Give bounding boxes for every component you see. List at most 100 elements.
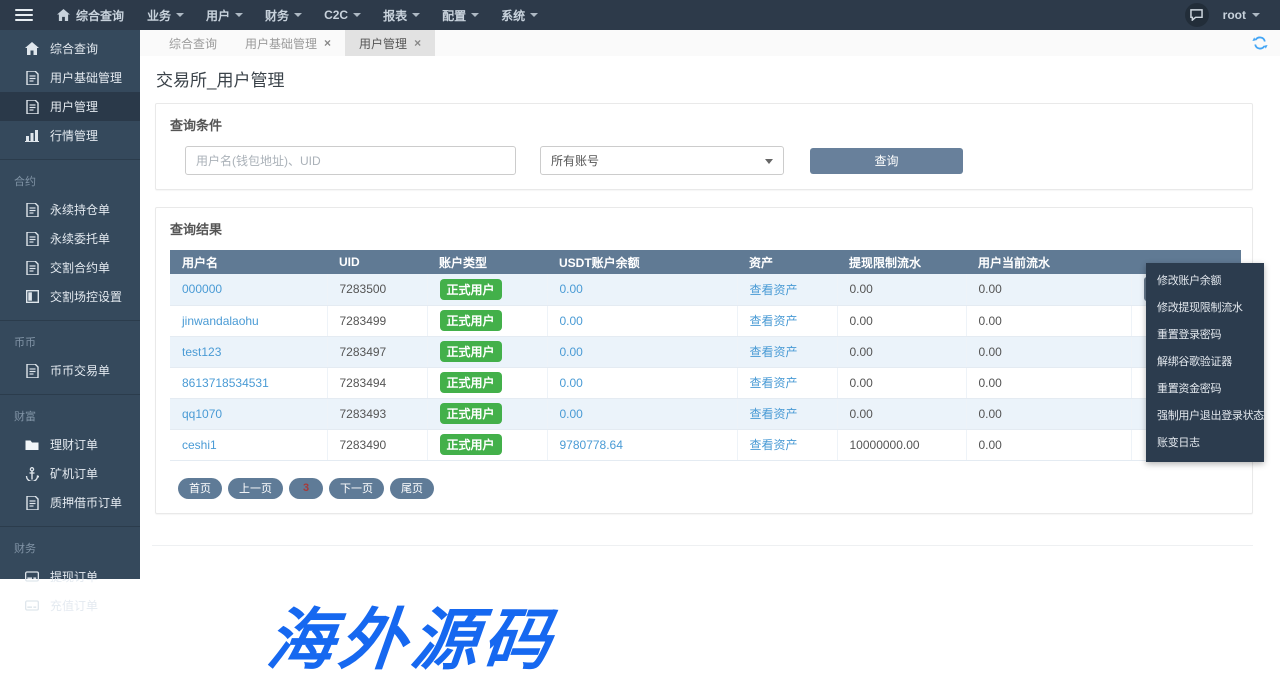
- cell-username: 8613718534531: [170, 367, 327, 398]
- cell-account-type: 正式用户: [427, 398, 547, 429]
- usdt-balance-link[interactable]: 0.00: [560, 376, 583, 390]
- account-type-selected-value: 所有账号: [551, 152, 599, 169]
- chevron-down-icon: [235, 13, 243, 17]
- nav-menu-label: 报表: [383, 7, 407, 24]
- usdt-balance-link[interactable]: 0.00: [560, 407, 583, 421]
- view-assets-link[interactable]: 查看资产: [750, 376, 798, 390]
- sidebar-item-1-2[interactable]: 交割合约单: [0, 253, 140, 282]
- cell-username: qq1070: [170, 398, 327, 429]
- pagination-prev[interactable]: 上一页: [228, 478, 283, 499]
- cell-uid: 7283493: [327, 398, 427, 429]
- credit-card-icon: [25, 599, 39, 613]
- action-menu-item-6[interactable]: 账变日志: [1146, 430, 1264, 457]
- cell-uid: 7283490: [327, 429, 427, 460]
- table-row: ceshi17283490正式用户9780778.64查看资产10000000.…: [170, 429, 1241, 460]
- username-link[interactable]: qq1070: [182, 407, 222, 421]
- sidebar-item-3-1[interactable]: 矿机订单: [0, 459, 140, 488]
- nav-menu-label: 用户: [206, 7, 230, 24]
- sidebar-group-label: 财富: [0, 399, 140, 430]
- columns-icon: [25, 290, 39, 304]
- tab-2[interactable]: 用户管理×: [345, 30, 435, 56]
- account-type-select[interactable]: 所有账号: [540, 146, 784, 175]
- cell-withdraw-limit-flow: 0.00: [837, 336, 966, 367]
- nav-menu-label: C2C: [324, 8, 348, 22]
- sidebar-item-3-0[interactable]: 理财订单: [0, 430, 140, 459]
- action-menu-item-3[interactable]: 解绑谷歌验证器: [1146, 349, 1264, 376]
- action-menu-item-4[interactable]: 重置资金密码: [1146, 376, 1264, 403]
- sidebar-item-1-3[interactable]: 交割场控设置: [0, 282, 140, 311]
- sidebar-item-1-1[interactable]: 永续委托单: [0, 224, 140, 253]
- column-header-3: USDT账户余额: [547, 250, 737, 274]
- sidebar-item-2-0[interactable]: 币币交易单: [0, 356, 140, 385]
- cell-assets: 查看资产: [737, 274, 837, 305]
- results-panel: 查询结果 用户名UID账户类型USDT账户余额资产提现限制流水用户当前流水 00…: [155, 207, 1253, 514]
- sidebar-group-label: 币币: [0, 325, 140, 356]
- usdt-balance-link[interactable]: 9780778.64: [560, 438, 623, 452]
- user-table: 用户名UID账户类型USDT账户余额资产提现限制流水用户当前流水 0000007…: [170, 250, 1241, 461]
- username-link[interactable]: 000000: [182, 282, 222, 296]
- sidebar-item-0-2[interactable]: 用户管理: [0, 92, 140, 121]
- action-menu-item-2[interactable]: 重置登录密码: [1146, 322, 1264, 349]
- nav-menu-1[interactable]: 用户: [195, 0, 254, 30]
- pagination-next[interactable]: 下一页: [329, 478, 384, 499]
- cell-withdraw-limit-flow: 0.00: [837, 274, 966, 305]
- username-link[interactable]: ceshi1: [182, 438, 217, 452]
- nav-home-link[interactable]: 综合查询: [48, 7, 136, 24]
- view-assets-link[interactable]: 查看资产: [750, 283, 798, 297]
- pagination-first[interactable]: 首页: [178, 478, 222, 499]
- sidebar-item-0-0[interactable]: 综合查询: [0, 34, 140, 63]
- action-menu-item-1[interactable]: 修改提现限制流水: [1146, 295, 1264, 322]
- sidebar-item-4-0[interactable]: 提现订单: [0, 562, 140, 591]
- close-icon[interactable]: ×: [324, 36, 331, 50]
- user-dropdown[interactable]: root: [1223, 8, 1260, 22]
- nav-menu-0[interactable]: 业务: [136, 0, 195, 30]
- sidebar-item-1-0[interactable]: 永续持仓单: [0, 195, 140, 224]
- usdt-balance-link[interactable]: 0.00: [560, 282, 583, 296]
- cell-assets: 查看资产: [737, 367, 837, 398]
- username-link[interactable]: test123: [182, 345, 221, 359]
- tab-1[interactable]: 用户基础管理 ×: [231, 30, 345, 56]
- close-icon[interactable]: ×: [414, 36, 421, 50]
- chevron-down-icon: [294, 13, 302, 17]
- sidebar-group-2: 币币币币交易单: [0, 320, 140, 394]
- action-menu-item-0[interactable]: 修改账户余额: [1146, 268, 1264, 295]
- keyword-input[interactable]: [185, 146, 516, 175]
- sidebar-item-0-3[interactable]: 行情管理: [0, 121, 140, 150]
- username-link[interactable]: 8613718534531: [182, 376, 269, 390]
- document-icon: [25, 261, 39, 275]
- nav-menu-2[interactable]: 财务: [254, 0, 313, 30]
- refresh-button[interactable]: [1252, 35, 1268, 54]
- action-menu-item-5[interactable]: 强制用户退出登录状态: [1146, 403, 1264, 430]
- nav-menu-3[interactable]: C2C: [313, 0, 372, 30]
- document-icon: [25, 364, 39, 378]
- view-assets-link[interactable]: 查看资产: [750, 345, 798, 359]
- nav-menu-4[interactable]: 报表: [372, 0, 431, 30]
- view-assets-link[interactable]: 查看资产: [750, 314, 798, 328]
- sidebar-item-4-1[interactable]: 充值订单: [0, 591, 140, 620]
- search-button[interactable]: 查询: [810, 148, 963, 174]
- view-assets-link[interactable]: 查看资产: [750, 407, 798, 421]
- cell-uid: 7283497: [327, 336, 427, 367]
- usdt-balance-link[interactable]: 0.00: [560, 314, 583, 328]
- view-assets-link[interactable]: 查看资产: [750, 438, 798, 452]
- document-icon: [25, 71, 39, 85]
- sidebar-group-0: 综合查询用户基础管理用户管理行情管理: [0, 30, 140, 159]
- sidebar-item-label: 交割场控设置: [50, 288, 122, 305]
- sidebar-item-0-1[interactable]: 用户基础管理: [0, 63, 140, 92]
- usdt-balance-link[interactable]: 0.00: [560, 345, 583, 359]
- nav-menu-6[interactable]: 系统: [490, 0, 549, 30]
- table-row: jinwandalaohu7283499正式用户0.00查看资产0.000.00: [170, 305, 1241, 336]
- nav-menu-5[interactable]: 配置: [431, 0, 490, 30]
- document-icon: [25, 203, 39, 217]
- cell-usdt-balance: 0.00: [547, 274, 737, 305]
- chat-button[interactable]: [1185, 3, 1209, 27]
- hamburger-menu-icon[interactable]: [0, 0, 48, 30]
- sidebar-item-3-2[interactable]: 质押借币订单: [0, 488, 140, 517]
- sidebar-item-label: 充值订单: [50, 597, 98, 614]
- sidebar-item-label: 行情管理: [50, 127, 98, 144]
- pagination-last[interactable]: 尾页: [390, 478, 434, 499]
- tab-0[interactable]: 综合查询: [155, 30, 231, 56]
- tab-label: 用户基础管理: [245, 35, 317, 52]
- username-link[interactable]: jinwandalaohu: [182, 314, 259, 328]
- chat-bubble-icon: [1190, 9, 1203, 21]
